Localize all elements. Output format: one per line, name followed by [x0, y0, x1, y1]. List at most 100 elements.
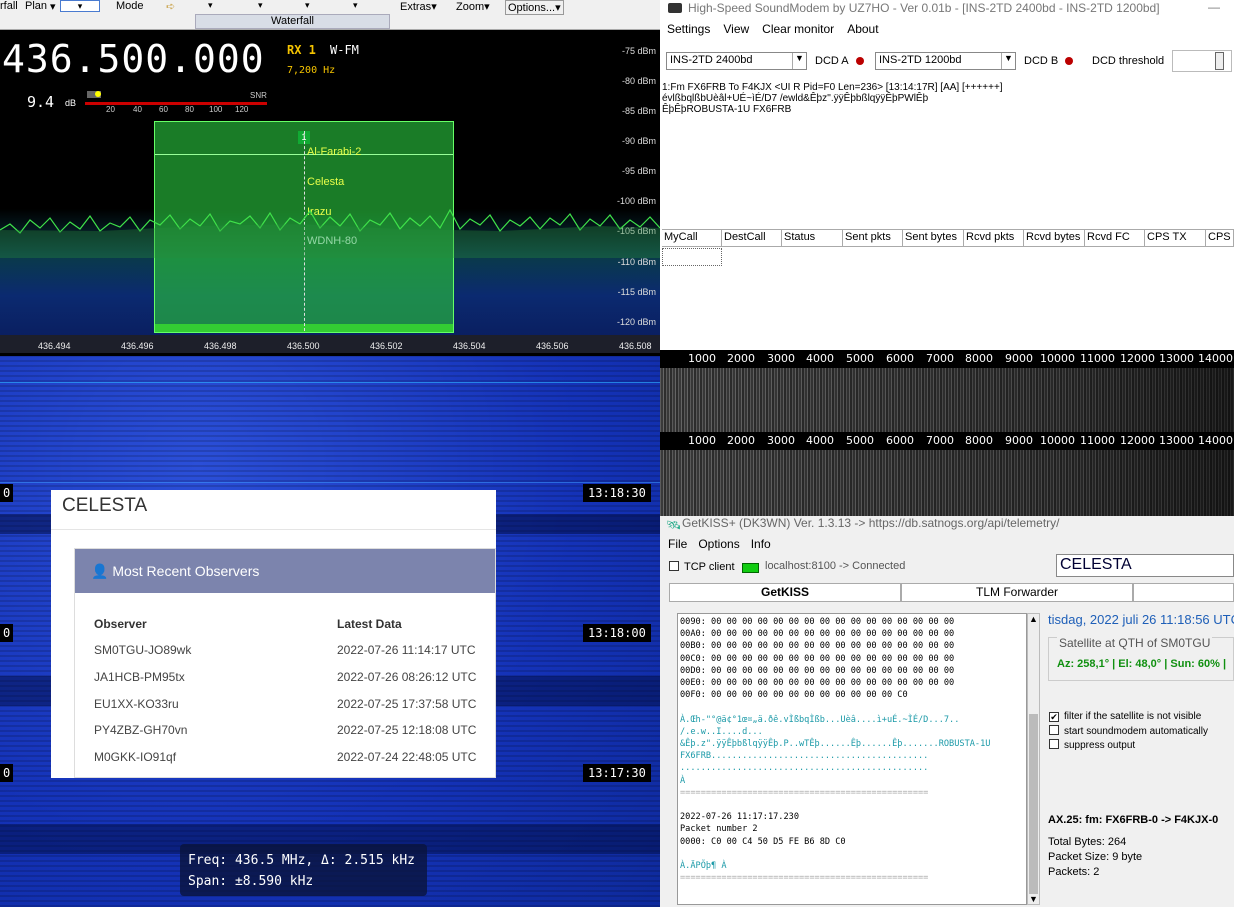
freq-axis-label: 436.494 [38, 341, 71, 351]
packet-count: Packets: 2 [1048, 866, 1100, 878]
monitor-output: 1:Fm FX6FRB To F4KJX <UI R Pid=F0 Len=23… [662, 82, 1003, 115]
menu-settings[interactable]: Settings [667, 22, 710, 36]
observers-panel-header: 👤 Most Recent Observers [75, 549, 495, 593]
snr-tick: 20 [106, 105, 115, 114]
modem-a-select[interactable]: INS-2TD 2400bd ▼ [666, 52, 807, 70]
snr-tick: 80 [185, 105, 194, 114]
observer-link[interactable]: PY4ZBZ-GH70vn [94, 723, 187, 737]
modem-controls: INS-2TD 2400bd ▼ DCD A INS-2TD 1200bd ▼ DC… [660, 46, 1234, 76]
column-header[interactable]: DestCall [722, 230, 782, 247]
menu-about[interactable]: About [847, 22, 878, 36]
waterfall-timestamp: 13:18:00 [583, 624, 651, 642]
menu-file[interactable]: File [668, 537, 687, 551]
spectrum-display[interactable]: 436.500.000 RX 1 W-FM 7,200 Hz 9.4 dB SN… [0, 33, 660, 353]
ruler-label: 9000 [1005, 352, 1033, 365]
menu-view[interactable]: View [723, 22, 749, 36]
dcd-threshold-slider[interactable] [1172, 50, 1232, 72]
audio-spectrum-strips[interactable]: 1000 2000 3000 4000 5000 6000 7000 8000 9000 1000… [660, 350, 1234, 516]
dbm-label: -110 dBm [617, 257, 656, 267]
plan-arrow-icon[interactable]: ▾ [50, 0, 56, 13]
hex-line: 00D0: 00 00 00 00 00 00 00 00 00 00 00 0… [680, 665, 955, 676]
waterfall-left-mark: 0 [0, 624, 14, 642]
ruler-label: 11000 [1080, 352, 1115, 365]
current-date: tisdag, 2022 juli 26 11:18:56 UTC [1048, 612, 1234, 627]
ruler-label: 10000 [1040, 352, 1075, 365]
zoom-menu[interactable]: Zoom▾ [456, 0, 490, 13]
scroll-up-icon[interactable]: ▲ [1029, 614, 1038, 624]
hex-line: 00B0: 00 00 00 00 00 00 00 00 00 00 00 0… [680, 641, 955, 652]
observer-link[interactable]: M0GKK-IO91qf [94, 750, 176, 764]
column-header[interactable]: Rcvd FC [1085, 230, 1145, 247]
az-el-readout: Az: 258,1° | El: 48,0° | Sun: 60% | [1057, 658, 1227, 670]
dropdown-arrow-icon[interactable]: ▾ [305, 0, 310, 13]
scroll-down-icon[interactable]: ▼ [1029, 894, 1038, 904]
observer-link[interactable]: JA1HCB-PM95tx [94, 670, 185, 684]
separator-line: ========================================… [680, 787, 929, 798]
column-header[interactable]: Rcvd bytes [1024, 230, 1085, 247]
hex-line: 00F0: 00 00 00 00 00 00 00 00 00 00 00 0… [680, 690, 908, 701]
satellite-name-field[interactable]: CELESTA [1056, 554, 1234, 577]
frequency-display[interactable]: 436.500.000 [2, 37, 265, 81]
column-header[interactable]: CPS TX [1145, 230, 1206, 247]
ascii-line: /.e.w..I....d... [680, 726, 763, 737]
observers-panel: 👤 Most Recent Observers Observer Latest … [74, 548, 496, 778]
card-divider [51, 529, 496, 530]
ruler-label: 6000 [886, 434, 914, 447]
tab-tlm-forwarder[interactable]: TLM Forwarder [901, 583, 1133, 602]
ruler-label: 14000 [1198, 434, 1233, 447]
suppress-checkbox[interactable]: suppress output [1049, 739, 1135, 751]
slider-thumb[interactable] [1215, 52, 1224, 70]
column-header[interactable]: Status [782, 230, 843, 247]
plan-select[interactable]: ▾ [60, 0, 100, 12]
dbm-label: -90 dBm [621, 136, 656, 146]
audio-waterfall-a[interactable] [660, 368, 1234, 432]
satellite-label: Al-Farabi-2 [307, 146, 362, 158]
observer-link[interactable]: EU1XX-KO33ru [94, 697, 179, 711]
dcd-a-label: DCD A [815, 55, 849, 67]
options-menu[interactable]: Options...▾ [505, 0, 564, 15]
dropdown-arrow-icon[interactable]: ▾ [258, 0, 263, 13]
log-scrollbar[interactable]: ▲ ▼ [1027, 613, 1040, 905]
column-header[interactable]: Sent bytes [903, 230, 964, 247]
bandwidth-readout: 7,200 Hz [287, 65, 336, 76]
modem-b-select[interactable]: INS-2TD 1200bd ▼ [875, 52, 1016, 70]
ruler-label: 7000 [926, 434, 954, 447]
observer-link[interactable]: SM0TGU-JO89wk [94, 643, 191, 657]
speaker-icon[interactable]: ➪ [166, 0, 175, 13]
mode-menu[interactable]: Mode [116, 0, 144, 12]
menu-info[interactable]: Info [751, 537, 771, 551]
dropdown-arrow-icon[interactable]: ▾ [208, 0, 213, 13]
menu-clear-monitor[interactable]: Clear monitor [762, 22, 834, 36]
connection-led [742, 563, 759, 573]
filter-checkbox[interactable]: ✔ filter if the satellite is not visible [1049, 711, 1201, 722]
tab-getkiss[interactable]: GetKISS [669, 583, 901, 602]
column-header[interactable]: Rcvd pkts [964, 230, 1024, 247]
ruler-label: 8000 [965, 434, 993, 447]
audio-waterfall-b[interactable] [660, 450, 1234, 516]
waterfall-tab[interactable]: Waterfall [195, 14, 390, 29]
ruler-label: 10000 [1040, 434, 1075, 447]
dropdown-arrow-icon[interactable]: ▾ [353, 0, 358, 13]
dcd-b-label: DCD B [1024, 55, 1059, 67]
connections-table: MyCall DestCall Status Sent pkts Sent by… [662, 229, 1234, 266]
hex-line: 00E0: 00 00 00 00 00 00 00 00 00 00 00 0… [680, 678, 955, 689]
table-row[interactable] [662, 248, 722, 266]
freq-axis-label: 436.504 [453, 341, 486, 351]
column-header[interactable]: CPS RX [1206, 230, 1234, 247]
plan-menu[interactable]: Plan [25, 0, 47, 12]
menu-options[interactable]: Options [698, 537, 739, 551]
column-header[interactable]: Sent pkts [843, 230, 903, 247]
minimize-icon[interactable]: — [1208, 0, 1220, 14]
tcp-client-checkbox[interactable]: TCP client [669, 561, 735, 573]
autostart-checkbox[interactable]: start soundmodem automatically [1049, 725, 1208, 737]
scroll-thumb[interactable] [1029, 714, 1038, 894]
ruler-label: 1000 [688, 352, 716, 365]
tab-extra[interactable] [1133, 583, 1234, 602]
dbm-label: -85 dBm [621, 106, 656, 116]
column-header[interactable]: MyCall [662, 230, 722, 247]
ascii-line: ........................................… [680, 763, 929, 774]
snr-unit: dB [65, 98, 77, 108]
rfall-label: rfall [0, 0, 18, 12]
packet-ascii: À.ÄPÕþ¶ À [680, 861, 727, 872]
extras-menu[interactable]: Extras▾ [400, 0, 437, 13]
